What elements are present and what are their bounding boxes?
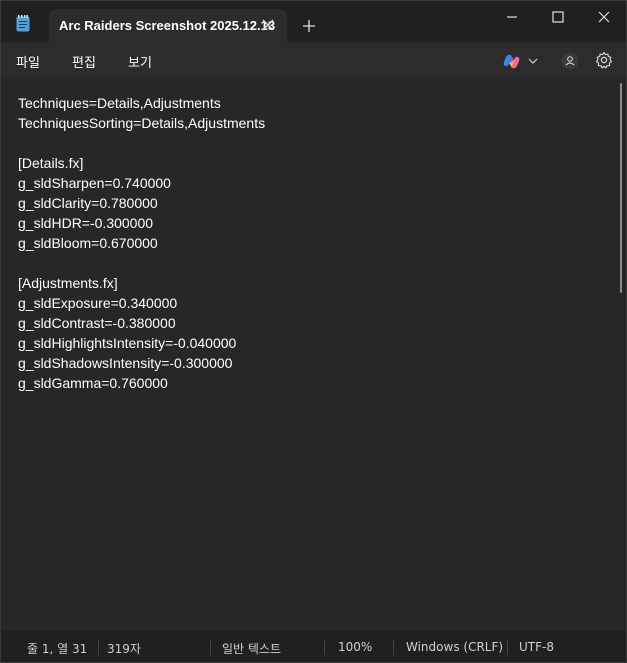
- editor-line: g_sldContrast=-0.380000: [18, 315, 176, 331]
- close-window-icon[interactable]: [596, 9, 612, 25]
- editor-line: [Adjustments.fx]: [18, 275, 118, 291]
- divider: [507, 640, 508, 655]
- divider: [393, 640, 394, 655]
- menu-view[interactable]: 보기: [128, 52, 152, 71]
- tab-title: Arc Raiders Screenshot 2025.12.13: [59, 18, 276, 33]
- editor-line: g_sldBloom=0.670000: [18, 235, 158, 251]
- editor-line: Techniques=Details,Adjustments: [18, 95, 221, 111]
- copilot-icon[interactable]: [503, 53, 520, 70]
- menu-edit[interactable]: 편집: [72, 52, 96, 71]
- divider: [324, 640, 325, 655]
- cursor-position: 줄 1, 열 31: [27, 642, 88, 656]
- status-bar: 줄 1, 열 31 319자 일반 텍스트 100% Windows (CRLF…: [1, 631, 626, 662]
- menu-file[interactable]: 파일: [16, 52, 40, 71]
- maximize-icon[interactable]: [550, 9, 566, 25]
- editor-line: g_sldGamma=0.760000: [18, 375, 168, 391]
- editor-line: g_sldShadowsIntensity=-0.300000: [18, 355, 233, 371]
- editor-line: g_sldHDR=-0.300000: [18, 215, 154, 231]
- editor-line: [Details.fx]: [18, 155, 84, 171]
- text-editor[interactable]: Techniques=Details,Adjustments Technique…: [1, 77, 626, 631]
- line-ending[interactable]: Windows (CRLF): [406, 640, 503, 654]
- vertical-scrollbar[interactable]: [620, 83, 622, 293]
- text-format[interactable]: 일반 텍스트: [222, 640, 281, 657]
- menu-bar: 파일 편집 보기: [1, 43, 626, 77]
- editor-content[interactable]: Techniques=Details,Adjustments Technique…: [18, 93, 265, 393]
- divider: [98, 640, 99, 655]
- new-tab-icon[interactable]: [302, 19, 316, 33]
- title-bar: Arc Raiders Screenshot 2025.12.13: [1, 1, 626, 43]
- settings-icon[interactable]: [595, 51, 613, 69]
- close-tab-icon[interactable]: [261, 18, 275, 32]
- account-icon[interactable]: [561, 52, 579, 70]
- chevron-down-icon[interactable]: [528, 56, 538, 66]
- divider: [210, 640, 211, 655]
- character-count: 319자: [107, 642, 141, 656]
- editor-line: TechniquesSorting=Details,Adjustments: [18, 115, 266, 131]
- notepad-icon: [16, 15, 30, 32]
- zoom-level[interactable]: 100%: [338, 640, 372, 654]
- editor-line: g_sldSharpen=0.740000: [18, 175, 171, 191]
- editor-line: g_sldClarity=0.780000: [18, 195, 158, 211]
- encoding[interactable]: UTF-8: [519, 640, 554, 654]
- document-tab[interactable]: Arc Raiders Screenshot 2025.12.13: [49, 9, 287, 43]
- editor-line: g_sldExposure=0.340000: [18, 295, 178, 311]
- notepad-window: Arc Raiders Screenshot 2025.12.13 파일 편집 …: [0, 0, 627, 663]
- editor-line: g_sldHighlightsIntensity=-0.040000: [18, 335, 237, 351]
- minimize-icon[interactable]: [504, 9, 520, 25]
